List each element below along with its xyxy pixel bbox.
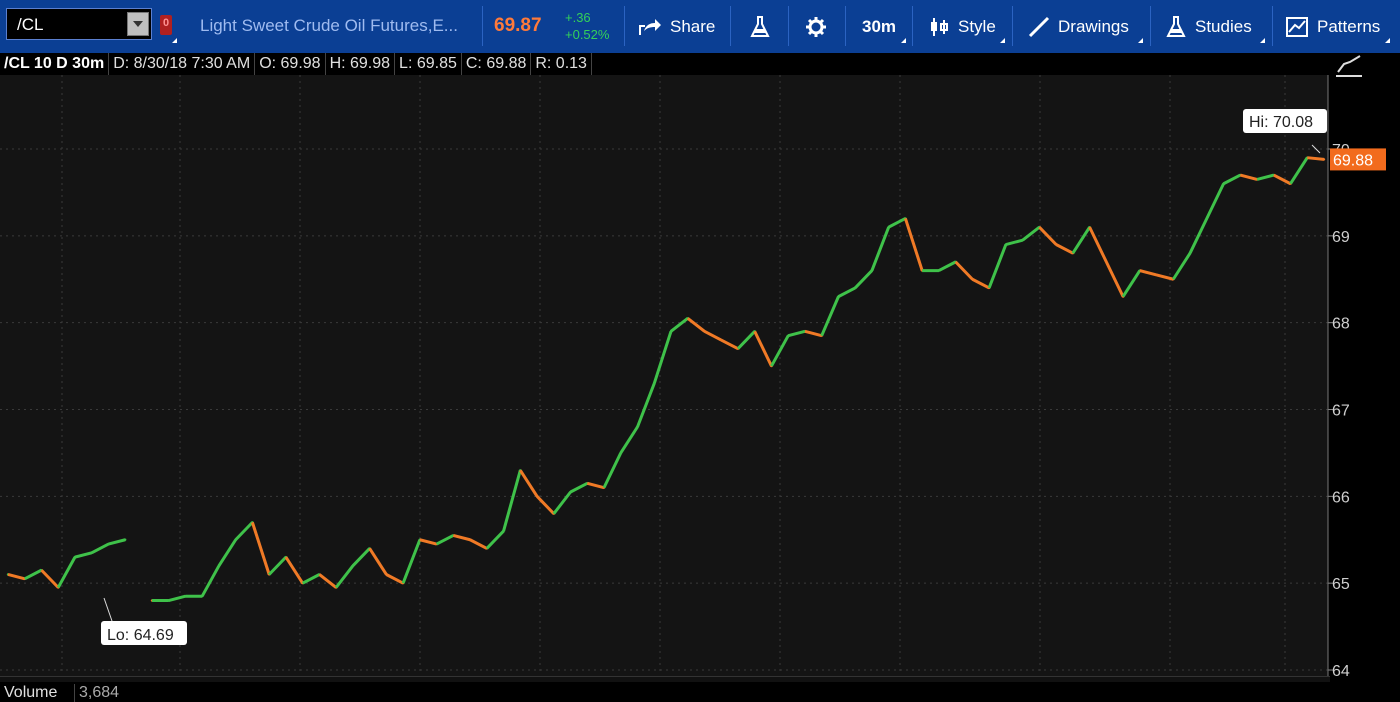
patterns-label: Patterns xyxy=(1317,16,1381,36)
share-label: Share xyxy=(670,16,716,36)
hi-label: Hi: 70.08 xyxy=(1249,114,1313,131)
bar-range: R: 0.13 xyxy=(531,53,592,75)
y-tick-label: 67 xyxy=(1332,403,1350,420)
studies-menu-arrow-icon xyxy=(1260,38,1265,43)
chart-title: /CL 10 D 30m xyxy=(0,53,110,75)
volume-value: 3,684 xyxy=(74,684,119,702)
price-point xyxy=(1322,158,1326,161)
style-menu-arrow-icon xyxy=(1000,38,1005,43)
y-tick-label: 69 xyxy=(1332,229,1350,246)
gear-icon xyxy=(806,16,826,37)
share-icon xyxy=(639,18,661,35)
price-point xyxy=(124,538,127,541)
studies-label: Studies xyxy=(1195,16,1252,36)
flask-icon xyxy=(1166,15,1186,37)
pencil-line-icon xyxy=(1028,16,1050,37)
y-tick-label: 68 xyxy=(1332,316,1350,333)
symbol-dropdown-button[interactable] xyxy=(127,12,149,36)
net-change: +.36 xyxy=(565,10,591,25)
price-segment xyxy=(1307,156,1325,161)
drawings-label: Drawings xyxy=(1058,16,1129,36)
interval-button[interactable]: 30m xyxy=(862,0,896,53)
studies-button[interactable]: Studies xyxy=(1165,0,1252,53)
settings-button[interactable] xyxy=(805,0,835,53)
patterns-button[interactable]: Patterns xyxy=(1285,0,1380,53)
drawings-button[interactable]: Drawings xyxy=(1028,0,1129,53)
y-tick-label: 66 xyxy=(1332,489,1350,506)
candlestick-icon xyxy=(931,17,948,36)
chart-info-bar: /CL 10 D 30m D: 8/30/18 7:30 AM O: 69.98… xyxy=(0,53,1400,75)
chart-svg[interactable]: 6465666768697069.88Hi: 70.08Lo: 64.69 xyxy=(0,75,1400,680)
share-button[interactable]: Share xyxy=(638,0,715,53)
interval-label: 30m xyxy=(862,16,897,36)
lab-button[interactable] xyxy=(749,0,779,53)
change-display: +.36 +0.52% xyxy=(565,9,609,43)
style-label: Style xyxy=(958,16,996,36)
instrument-description[interactable]: Light Sweet Crude Oil Futures,E... xyxy=(200,16,458,36)
volume-label: Volume xyxy=(4,684,58,701)
bar-high: H: 69.98 xyxy=(326,53,396,75)
plot-background xyxy=(0,75,1328,677)
alert-flag-count: 0 xyxy=(163,17,170,29)
bar-low: L: 69.85 xyxy=(395,53,462,75)
drawings-menu-arrow-icon xyxy=(1138,38,1143,43)
last-price-tag-label: 69.88 xyxy=(1333,152,1373,169)
bar-date: D: 8/30/18 7:30 AM xyxy=(109,53,256,75)
symbol-text: /CL xyxy=(17,15,44,34)
corner-arrow-icon xyxy=(172,38,177,43)
bar-open: O: 69.98 xyxy=(255,53,326,75)
patterns-icon xyxy=(1286,16,1308,37)
style-button[interactable]: Style xyxy=(928,0,996,53)
last-price: 69.87 xyxy=(494,15,542,36)
volume-pane: Volume 3,684 xyxy=(0,682,1400,702)
symbol-input[interactable]: /CL xyxy=(6,8,152,40)
patterns-menu-arrow-icon xyxy=(1385,38,1390,43)
interval-menu-arrow-icon xyxy=(901,38,906,43)
bar-close: C: 69.88 xyxy=(462,53,532,75)
percent-change: +0.52% xyxy=(565,27,610,42)
flask-icon xyxy=(750,15,770,37)
price-chart[interactable]: 6465666768697069.88Hi: 70.08Lo: 64.69 xyxy=(0,75,1400,680)
y-tick-label: 65 xyxy=(1332,576,1350,593)
y-tick-label: 64 xyxy=(1332,663,1350,677)
lo-label: Lo: 64.69 xyxy=(107,627,174,644)
